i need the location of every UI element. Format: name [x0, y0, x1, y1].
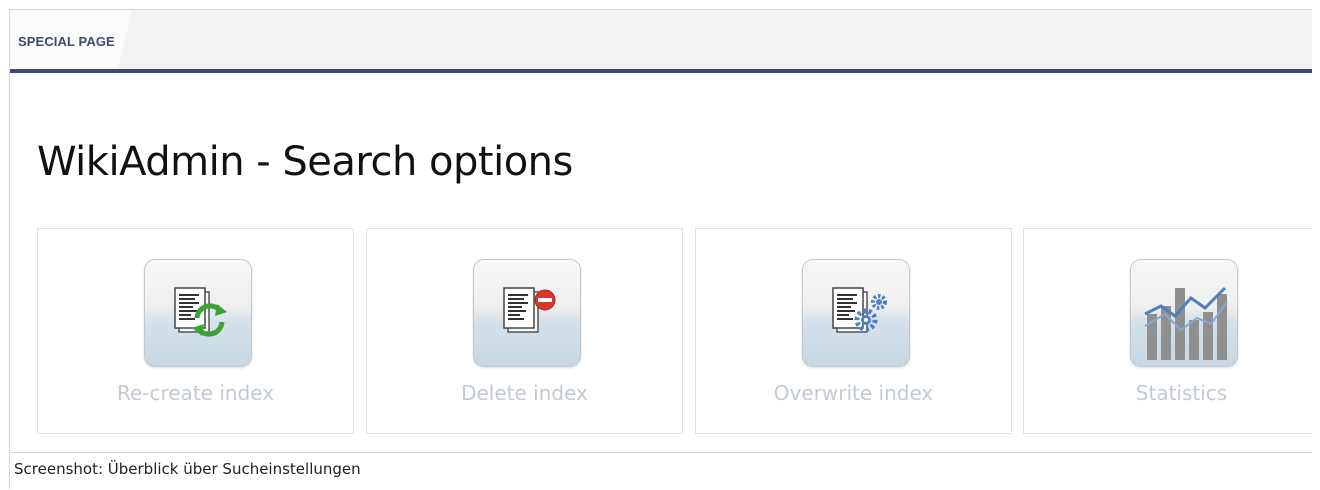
- overwrite-index-card[interactable]: Overwrite index: [695, 228, 1012, 434]
- overwrite-index-label: Overwrite index: [773, 381, 934, 405]
- caption-text: Screenshot: Überblick über Sucheinstellu…: [14, 460, 361, 478]
- delete-index-label: Delete index: [461, 381, 588, 405]
- document-refresh-icon: [144, 259, 252, 367]
- page-header: SPECIAL PAGE: [10, 10, 1312, 73]
- document-delete-icon: [473, 259, 581, 367]
- statistics-card[interactable]: Statistics: [1023, 228, 1312, 434]
- page-title: WikiAdmin - Search options: [37, 139, 573, 185]
- image-caption: Screenshot: Überblick über Sucheinstellu…: [9, 451, 1311, 489]
- delete-index-card[interactable]: Delete index: [366, 228, 683, 434]
- special-page-label: SPECIAL PAGE: [18, 34, 115, 49]
- recreate-index-card[interactable]: Re-create index: [37, 228, 354, 434]
- recreate-index-label: Re-create index: [116, 381, 275, 405]
- document-gears-icon: [802, 259, 910, 367]
- statistics-chart-icon: [1130, 259, 1238, 367]
- header-divider: [10, 69, 1312, 73]
- special-page-panel: SPECIAL PAGE WikiAdmin - Search options: [9, 9, 1312, 453]
- statistics-label: Statistics: [1135, 381, 1228, 405]
